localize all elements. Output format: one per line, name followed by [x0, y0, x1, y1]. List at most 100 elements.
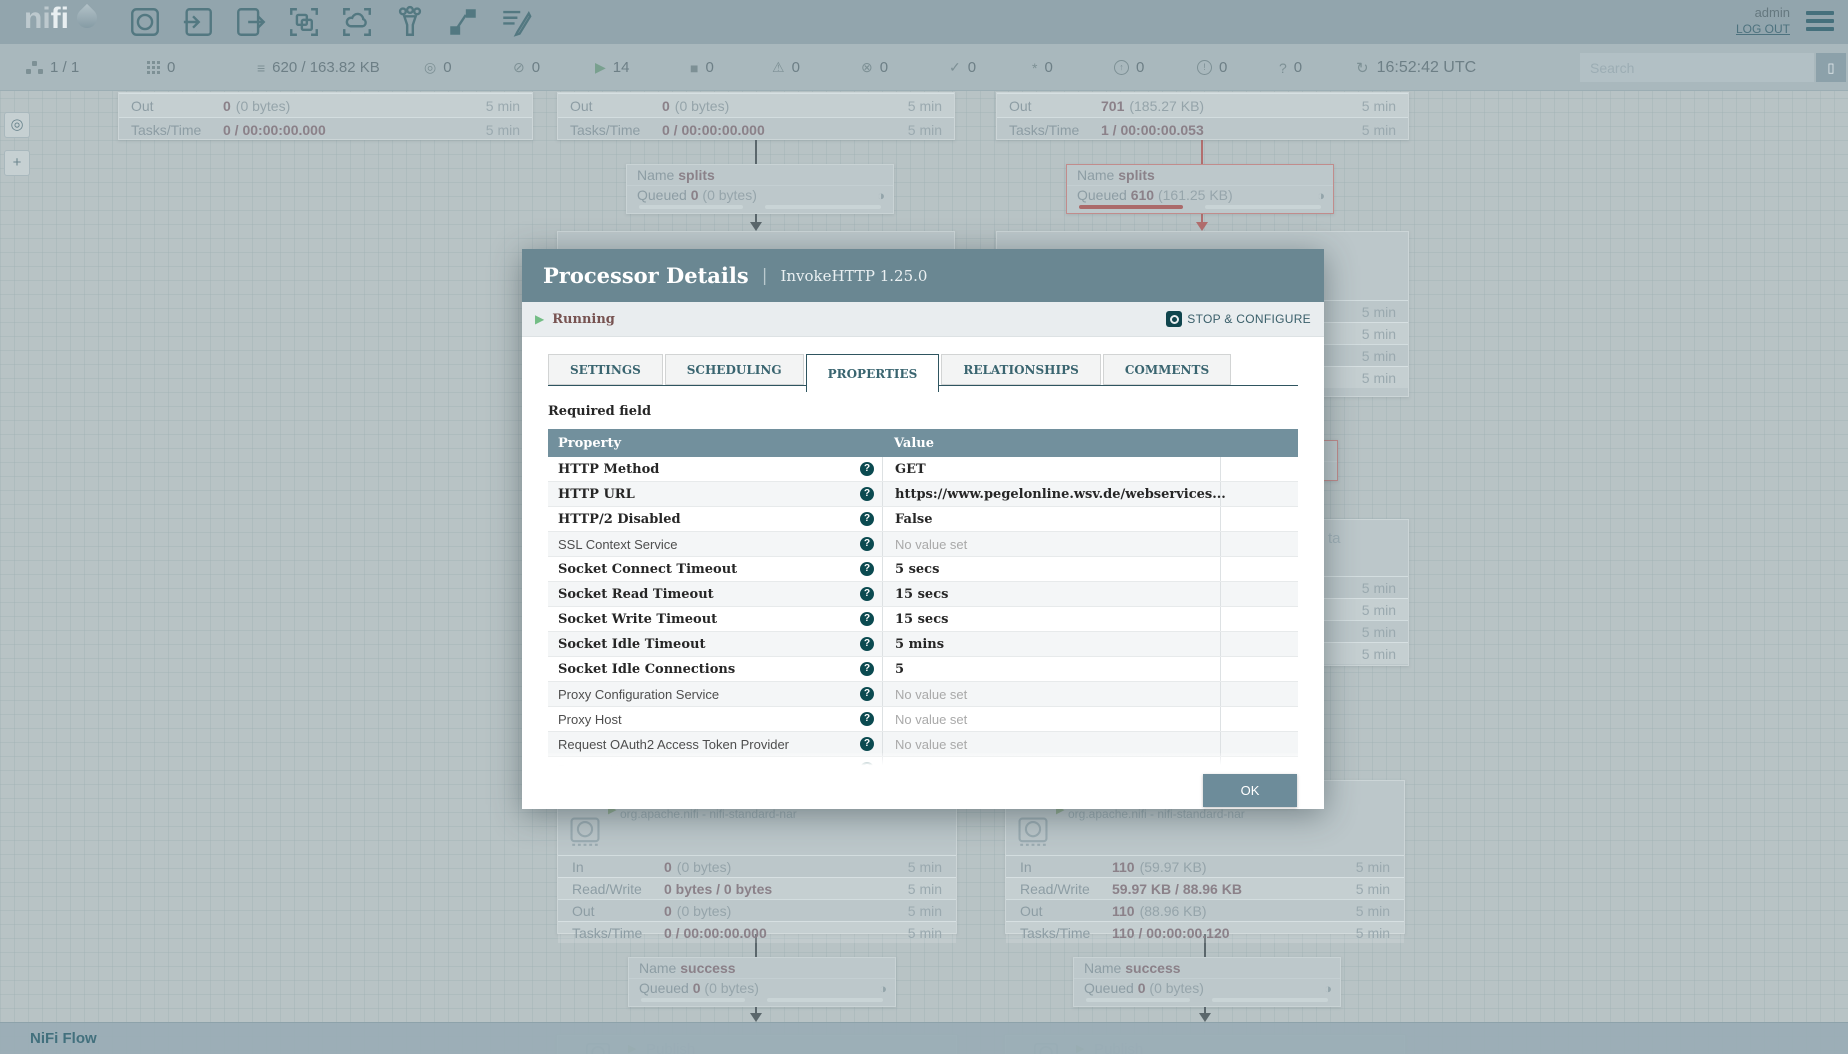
- connection-label-splits-backpressure[interactable]: Name splits Queued 610 (161.25 KB)◑: [1066, 164, 1334, 214]
- connection-label-splits[interactable]: Name splits Queued 0 (0 bytes)◑: [626, 164, 894, 214]
- funnel-icon[interactable]: [393, 5, 427, 39]
- help-icon[interactable]: ?: [860, 587, 874, 601]
- stat-row: In110(59.97 KB)5 min: [1006, 855, 1404, 877]
- column-header-property: Property: [548, 436, 882, 451]
- tab-properties[interactable]: PROPERTIES: [806, 354, 940, 392]
- queue-pie-icon: ◑: [1324, 981, 1332, 996]
- help-icon[interactable]: ?: [860, 462, 874, 476]
- table-header: Property Value: [548, 429, 1298, 457]
- help-icon[interactable]: ?: [860, 612, 874, 626]
- connection-arrowhead-icon: [1199, 1013, 1211, 1022]
- compass-icon: ◎: [10, 116, 23, 133]
- stop-and-configure-button[interactable]: STOP & CONFIGURE: [1166, 311, 1311, 327]
- search-settings-button[interactable]: ▯: [1816, 53, 1846, 82]
- table-row: Socket Idle Timeout?5 mins: [548, 632, 1298, 657]
- logout-link[interactable]: LOG OUT: [1736, 21, 1790, 38]
- cluster-icon: [26, 61, 43, 75]
- table-row: Proxy Configuration Service?No value set: [548, 682, 1298, 707]
- table-row: Proxy Host?No value set: [548, 707, 1298, 732]
- queue-pie-icon: ◑: [1317, 188, 1325, 203]
- stat-row: Tasks/Time0 / 00:00:00.0005 min: [558, 921, 956, 943]
- table-row: Socket Read Timeout?15 secs: [548, 582, 1298, 607]
- processor-partial[interactable]: Out0(0 bytes)5 min Tasks/Time0 / 00:00:0…: [118, 92, 533, 140]
- nifi-app: Out0(0 bytes)5 min Tasks/Time0 / 00:00:0…: [0, 0, 1848, 1054]
- breadcrumb: NiFi Flow: [0, 1022, 1848, 1054]
- tab-settings[interactable]: SETTINGS: [548, 354, 663, 385]
- connection-name: Name success: [629, 958, 895, 979]
- running-icon: ▶: [595, 59, 606, 76]
- stat-row: Tasks/Time0 / 00:00:00.0005 min: [558, 117, 954, 141]
- help-icon[interactable]: ?: [860, 662, 874, 676]
- connection-label-success[interactable]: Name success Queued 0 (0 bytes)◑: [628, 957, 896, 1007]
- status-sync-failure: ?0: [1279, 44, 1302, 91]
- stat-row: Out0(0 bytes)5 min: [119, 93, 532, 117]
- output-port-icon[interactable]: [234, 5, 268, 39]
- navigate-palette-button[interactable]: ◎: [4, 112, 30, 138]
- hand-icon: +: [13, 154, 22, 171]
- refresh-icon: ↻: [1356, 59, 1369, 77]
- connection-name: Name splits: [627, 165, 893, 186]
- breadcrumb-root[interactable]: NiFi Flow: [30, 1030, 97, 1047]
- stat-row: Out110(88.96 KB)5 min: [1006, 899, 1404, 921]
- operate-palette-button[interactable]: +: [4, 150, 30, 176]
- template-icon[interactable]: [446, 5, 480, 39]
- help-icon[interactable]: ?: [860, 537, 874, 551]
- table-row: Socket Idle Connections?5: [548, 657, 1298, 682]
- processor-icon[interactable]: [128, 5, 162, 39]
- help-icon[interactable]: ?: [860, 712, 874, 726]
- help-icon[interactable]: ?: [860, 562, 874, 576]
- up-to-date-icon: ✓: [949, 59, 961, 76]
- processor-title-fragment: ta: [1328, 530, 1341, 547]
- backpressure-bars: [627, 205, 893, 213]
- processor-type-icon: [1016, 815, 1050, 849]
- stat-row: In0(0 bytes)5 min: [558, 855, 956, 877]
- processor-partial[interactable]: Out701(185.27 KB)5 min Tasks/Time1 / 00:…: [996, 92, 1409, 140]
- remote-process-group-icon[interactable]: [340, 5, 374, 39]
- global-menu-icon[interactable]: [1806, 11, 1834, 35]
- table-row: HTTP Method?GET: [548, 457, 1298, 482]
- ok-button[interactable]: OK: [1203, 774, 1297, 807]
- connection-name: Name splits: [1067, 165, 1333, 186]
- backpressure-bars: [1074, 998, 1340, 1006]
- label-icon[interactable]: [499, 5, 533, 39]
- process-group-icon[interactable]: [287, 5, 321, 39]
- help-icon[interactable]: ?: [860, 737, 874, 751]
- status-cluster: 1 / 1: [26, 44, 79, 91]
- connection-arrowhead-icon: [1196, 222, 1208, 231]
- help-icon[interactable]: ?: [860, 687, 874, 701]
- component-toolbar: [128, 5, 533, 39]
- processor-partial[interactable]: Out0(0 bytes)5 min Tasks/Time0 / 00:00:0…: [557, 92, 955, 140]
- help-icon[interactable]: ?: [860, 512, 874, 526]
- status-up-to-date: ✓0: [949, 44, 976, 91]
- help-icon[interactable]: ?: [860, 637, 874, 651]
- connection-queued: Queued 0 (0 bytes)◑: [629, 979, 895, 998]
- document-icon: ▯: [1827, 60, 1834, 75]
- search-input[interactable]: [1580, 53, 1814, 82]
- current-user: admin: [1736, 4, 1790, 21]
- stat-row: Read/Write59.97 KB / 88.96 KB5 min: [1006, 877, 1404, 899]
- sync-failure-icon: ?: [1279, 60, 1287, 76]
- help-icon[interactable]: ?: [860, 487, 874, 501]
- status-locally-modified: *0: [1032, 44, 1053, 91]
- status-not-transmitting: ⊘0: [513, 44, 540, 91]
- status-running: ▶14: [595, 44, 629, 91]
- dialog-status-bar: ▶ Running STOP & CONFIGURE: [522, 302, 1324, 337]
- processor-type-icon: [568, 815, 602, 849]
- connection-queued: Queued 0 (0 bytes)◑: [627, 186, 893, 205]
- input-port-icon[interactable]: [181, 5, 215, 39]
- queued-icon: ≡: [257, 60, 265, 76]
- tab-scheduling[interactable]: SCHEDULING: [665, 354, 804, 385]
- backpressure-bars: [1067, 205, 1333, 213]
- tab-relationships[interactable]: RELATIONSHIPS: [941, 354, 1100, 385]
- stat-row: Tasks/Time0 / 00:00:00.0005 min: [119, 117, 532, 141]
- tab-comments[interactable]: COMMENTS: [1103, 354, 1231, 385]
- status-disabled: ⊗0: [861, 44, 888, 91]
- table-row: HTTP URL?https://www.pegelonline.wsv.de/…: [548, 482, 1298, 507]
- locally-modified-icon: *: [1032, 60, 1037, 76]
- stat-row: Tasks/Time110 / 00:00:00.1205 min: [1006, 921, 1404, 943]
- refresh-status[interactable]: ↻16:52:42 UTC: [1356, 44, 1476, 91]
- processor-details-dialog: Processor Details | InvokeHTTP 1.25.0 ▶ …: [522, 249, 1324, 809]
- flow-status-bar: 1 / 1 0 ≡620 / 163.82 KB ◎0 ⊘0 ▶14 ■0 ⚠0…: [0, 44, 1848, 91]
- connection-queued: Queued 0 (0 bytes)◑: [1074, 979, 1340, 998]
- connection-label-success[interactable]: Name success Queued 0 (0 bytes)◑: [1073, 957, 1341, 1007]
